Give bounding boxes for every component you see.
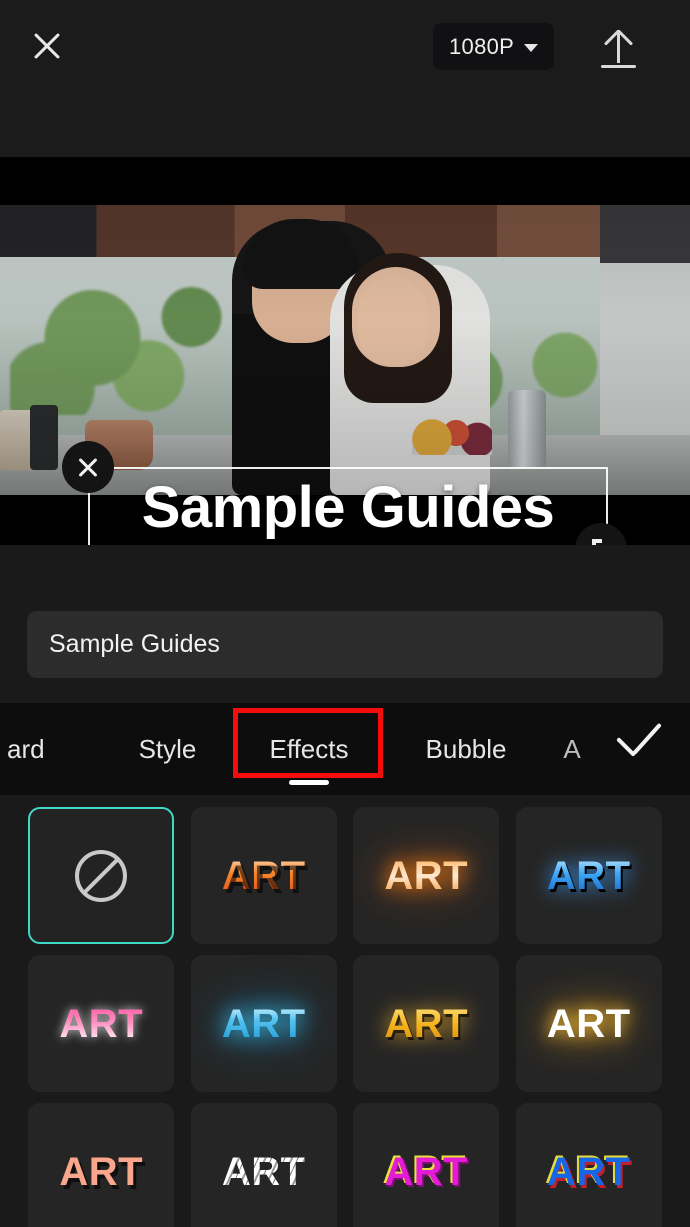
tab-bar: ard Style Effects Bubble A [0,703,690,795]
preview-stage: Sample Guides [0,157,690,545]
effect-cell-2[interactable]: ART [353,807,500,944]
effect-preview-label: ART [384,1149,469,1194]
tab-bubble[interactable]: Bubble [389,703,543,795]
effect-cell-4[interactable]: ART [28,955,175,1092]
resolution-label: 1080P [449,33,515,59]
effect-cell-1[interactable]: ART [190,807,337,944]
tab-style-label: Style [138,733,197,764]
editor-panel: Sample Guides ard Style Effects Bubble A… [0,545,690,1227]
effect-preview-label: ART [546,1001,631,1046]
effect-cell-11[interactable]: ART [515,1103,662,1227]
effect-preview-label: ART [221,853,306,898]
effect-cell-5[interactable]: ART [190,955,337,1092]
confirm-button[interactable] [608,723,668,775]
effect-cell-8[interactable]: ART [28,1103,175,1227]
effect-preview-label: ART [546,853,631,898]
resolution-button[interactable]: 1080P [433,23,555,70]
resize-icon [592,539,602,545]
text-input[interactable]: Sample Guides [27,611,663,678]
effect-preview-label: ART [59,1149,144,1194]
effect-preview-label: ART [221,1001,306,1046]
upload-icon-head [605,29,632,46]
tab-active-indicator [289,780,329,785]
close-icon[interactable] [24,23,70,69]
upload-icon-base [601,65,636,68]
effect-preview-label: ART [221,1149,306,1194]
export-button[interactable] [596,24,640,70]
effects-grid: ART ART ART ART ART ART ART ART ART ART [0,807,690,1227]
effect-cell-6[interactable]: ART [353,955,500,1092]
tab-keyboard-label: ard [7,733,45,764]
tab-animation[interactable]: A [543,703,601,795]
effect-cell-9[interactable]: ART [190,1103,337,1227]
effect-preview-label: ART [546,1149,631,1194]
tab-bubble-label: Bubble [425,733,507,764]
tab-style[interactable]: Style [106,703,229,795]
chevron-down-icon [524,43,539,52]
effect-cell-7[interactable]: ART [515,955,662,1092]
effect-cell-3[interactable]: ART [515,807,662,944]
effect-preview-label: ART [384,853,469,898]
effect-cell-none[interactable] [28,807,175,944]
top-bar: 1080P [0,0,690,157]
effect-cell-10[interactable]: ART [353,1103,500,1227]
tab-animation-label: A [563,733,581,764]
delete-text-handle[interactable] [62,441,114,493]
tab-effects-label: Effects [269,733,349,764]
overlay-text[interactable]: Sample Guides [88,465,608,545]
no-effect-icon [75,849,128,902]
effect-preview-label: ART [384,1001,469,1046]
tab-keyboard[interactable]: ard [0,703,106,795]
tab-effects[interactable]: Effects [229,703,389,795]
effect-preview-label: ART [59,1001,144,1046]
